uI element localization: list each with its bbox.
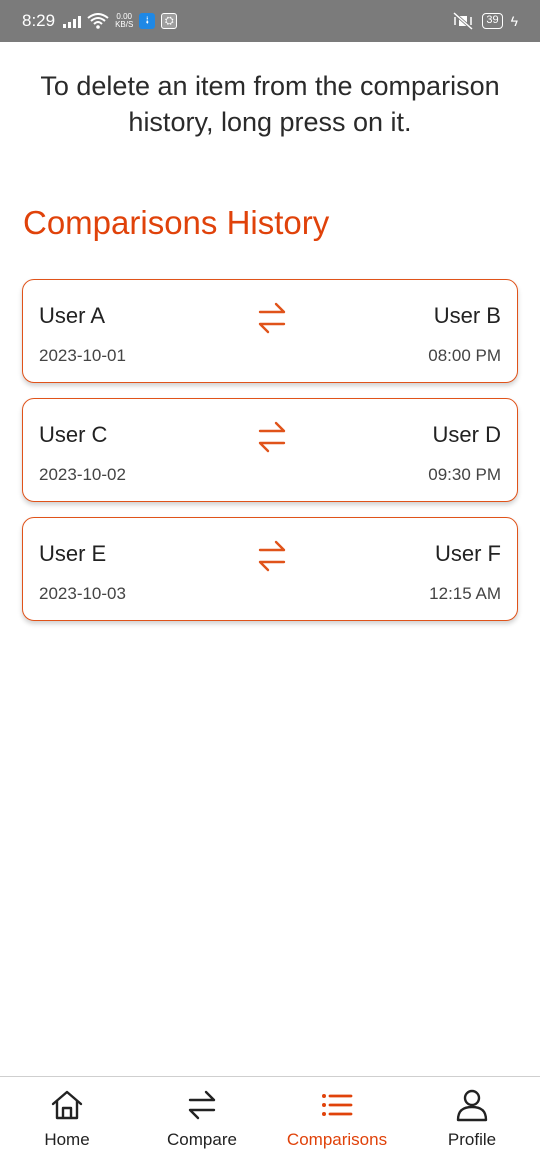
app-icon: ⛭	[161, 13, 178, 29]
user-left: User E	[39, 541, 107, 566]
nav-home[interactable]: Home	[2, 1087, 132, 1150]
comparison-card[interactable]: User E User F 2023-10-03 12:15 AM	[22, 517, 518, 621]
comparison-date: 2023-10-02	[39, 465, 126, 484]
charging-icon: ϟ	[510, 13, 518, 29]
signal-icon	[63, 15, 82, 28]
comparison-time: 08:00 PM	[428, 346, 501, 365]
nav-profile-label: Profile	[447, 1130, 497, 1149]
comparison-list: User A User B 2023-10-01 08:00 PM User C…	[22, 279, 518, 636]
list-icon	[322, 1094, 353, 1116]
person-icon	[456, 1089, 488, 1122]
mute-vibrate-icon	[453, 12, 474, 30]
bottom-nav: Home Compare Comparisons Profile	[0, 1076, 540, 1170]
status-bar: 8:29 0.00 KB/S ⭭ ⛭ 39 ϟ	[0, 0, 540, 42]
page-title: Comparisons History	[23, 204, 330, 241]
nav-profile[interactable]: Profile	[407, 1087, 537, 1150]
comparison-time: 12:15 AM	[429, 584, 501, 603]
nav-comparisons-label: Comparisons	[286, 1130, 388, 1149]
battery-level: 39	[486, 14, 499, 26]
battery-icon: 39	[482, 13, 503, 29]
status-time: 8:29	[22, 11, 56, 30]
net-speed-unit: KB/S	[115, 20, 134, 29]
user-right: User D	[432, 422, 501, 447]
swap-arrows-icon	[188, 1090, 216, 1120]
nav-compare-label: Compare	[167, 1130, 237, 1149]
swap-arrows-icon	[258, 540, 286, 572]
net-speed: 0.00 KB/S	[115, 13, 133, 29]
swap-arrows-icon	[258, 421, 286, 453]
user-right: User B	[433, 303, 501, 328]
delete-instructions: To delete an item from the comparison hi…	[40, 71, 500, 137]
comparison-card[interactable]: User C User D 2023-10-02 09:30 PM	[22, 398, 518, 502]
usb-debug-icon: ⭭	[139, 13, 156, 29]
nav-comparisons[interactable]: Comparisons	[272, 1087, 402, 1150]
nav-home-label: Home	[44, 1130, 90, 1149]
user-left: User A	[39, 303, 106, 328]
home-icon	[51, 1090, 83, 1120]
comparison-date: 2023-10-03	[39, 584, 126, 603]
user-left: User C	[39, 422, 108, 447]
wifi-icon	[87, 13, 109, 29]
swap-arrows-icon	[258, 302, 286, 334]
nav-compare[interactable]: Compare	[137, 1087, 267, 1150]
comparison-card[interactable]: User A User B 2023-10-01 08:00 PM	[22, 279, 518, 383]
user-right: User F	[435, 541, 501, 566]
comparison-time: 09:30 PM	[428, 465, 501, 484]
comparison-date: 2023-10-01	[39, 346, 126, 365]
